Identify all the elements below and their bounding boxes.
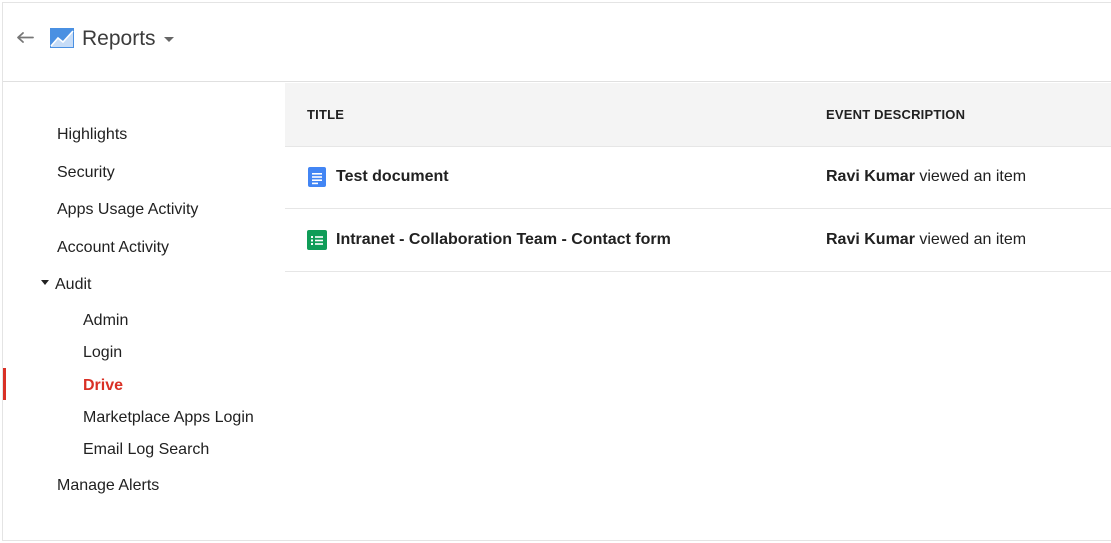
sidebar-item-audit[interactable]: Audit (41, 275, 91, 295)
sidebar-item-marketplace-apps-login[interactable]: Marketplace Apps Login (83, 408, 254, 428)
event-action: viewed an item (914, 231, 1027, 248)
column-header-event-description[interactable]: EVENT DESCRIPTION (826, 107, 965, 122)
reports-chart-icon (49, 27, 75, 49)
chevron-down-icon (163, 36, 174, 42)
back-button[interactable] (13, 27, 39, 49)
column-header-title[interactable]: TITLE (307, 107, 344, 122)
event-actor: Ravi Kumar (826, 168, 915, 185)
table-row[interactable]: Intranet - Collaboration Team - Contact … (285, 210, 1111, 272)
sidebar-item-admin[interactable]: Admin (83, 311, 128, 331)
app-header: Reports (3, 3, 1111, 82)
sidebar-item-login[interactable]: Login (83, 343, 122, 363)
row-title[interactable]: Intranet - Collaboration Team - Contact … (336, 231, 671, 249)
sidebar-item-account-activity[interactable]: Account Activity (57, 238, 169, 258)
sidebar-item-security[interactable]: Security (57, 163, 115, 183)
sidebar-item-apps-usage-activity[interactable]: Apps Usage Activity (57, 200, 198, 220)
row-event-description: Ravi Kumar viewed an item (826, 231, 1026, 249)
table-header: TITLE EVENT DESCRIPTION (285, 83, 1111, 147)
back-arrow-icon (17, 32, 34, 43)
sidebar-nav: Highlights Security Apps Usage Activity … (3, 83, 285, 542)
app-switcher[interactable]: Reports (82, 26, 174, 52)
sidebar-item-manage-alerts[interactable]: Manage Alerts (57, 476, 159, 496)
event-actor: Ravi Kumar (826, 231, 915, 248)
active-indicator (3, 368, 6, 400)
table-row[interactable]: Test document Ravi Kumar viewed an item (285, 147, 1111, 209)
caret-down-icon (41, 280, 49, 286)
sidebar-item-email-log-search[interactable]: Email Log Search (83, 440, 209, 460)
google-forms-icon (307, 230, 327, 250)
google-docs-icon (308, 167, 326, 187)
sidebar-item-audit-label: Audit (55, 276, 92, 293)
sidebar-item-highlights[interactable]: Highlights (57, 125, 127, 145)
row-title[interactable]: Test document (336, 168, 449, 186)
page-title: Reports (82, 27, 156, 50)
row-event-description: Ravi Kumar viewed an item (826, 168, 1026, 186)
sidebar-item-drive[interactable]: Drive (83, 376, 123, 396)
reports-window: Reports Highlights Security Apps Usage A… (2, 2, 1111, 541)
event-action: viewed an item (914, 168, 1027, 185)
